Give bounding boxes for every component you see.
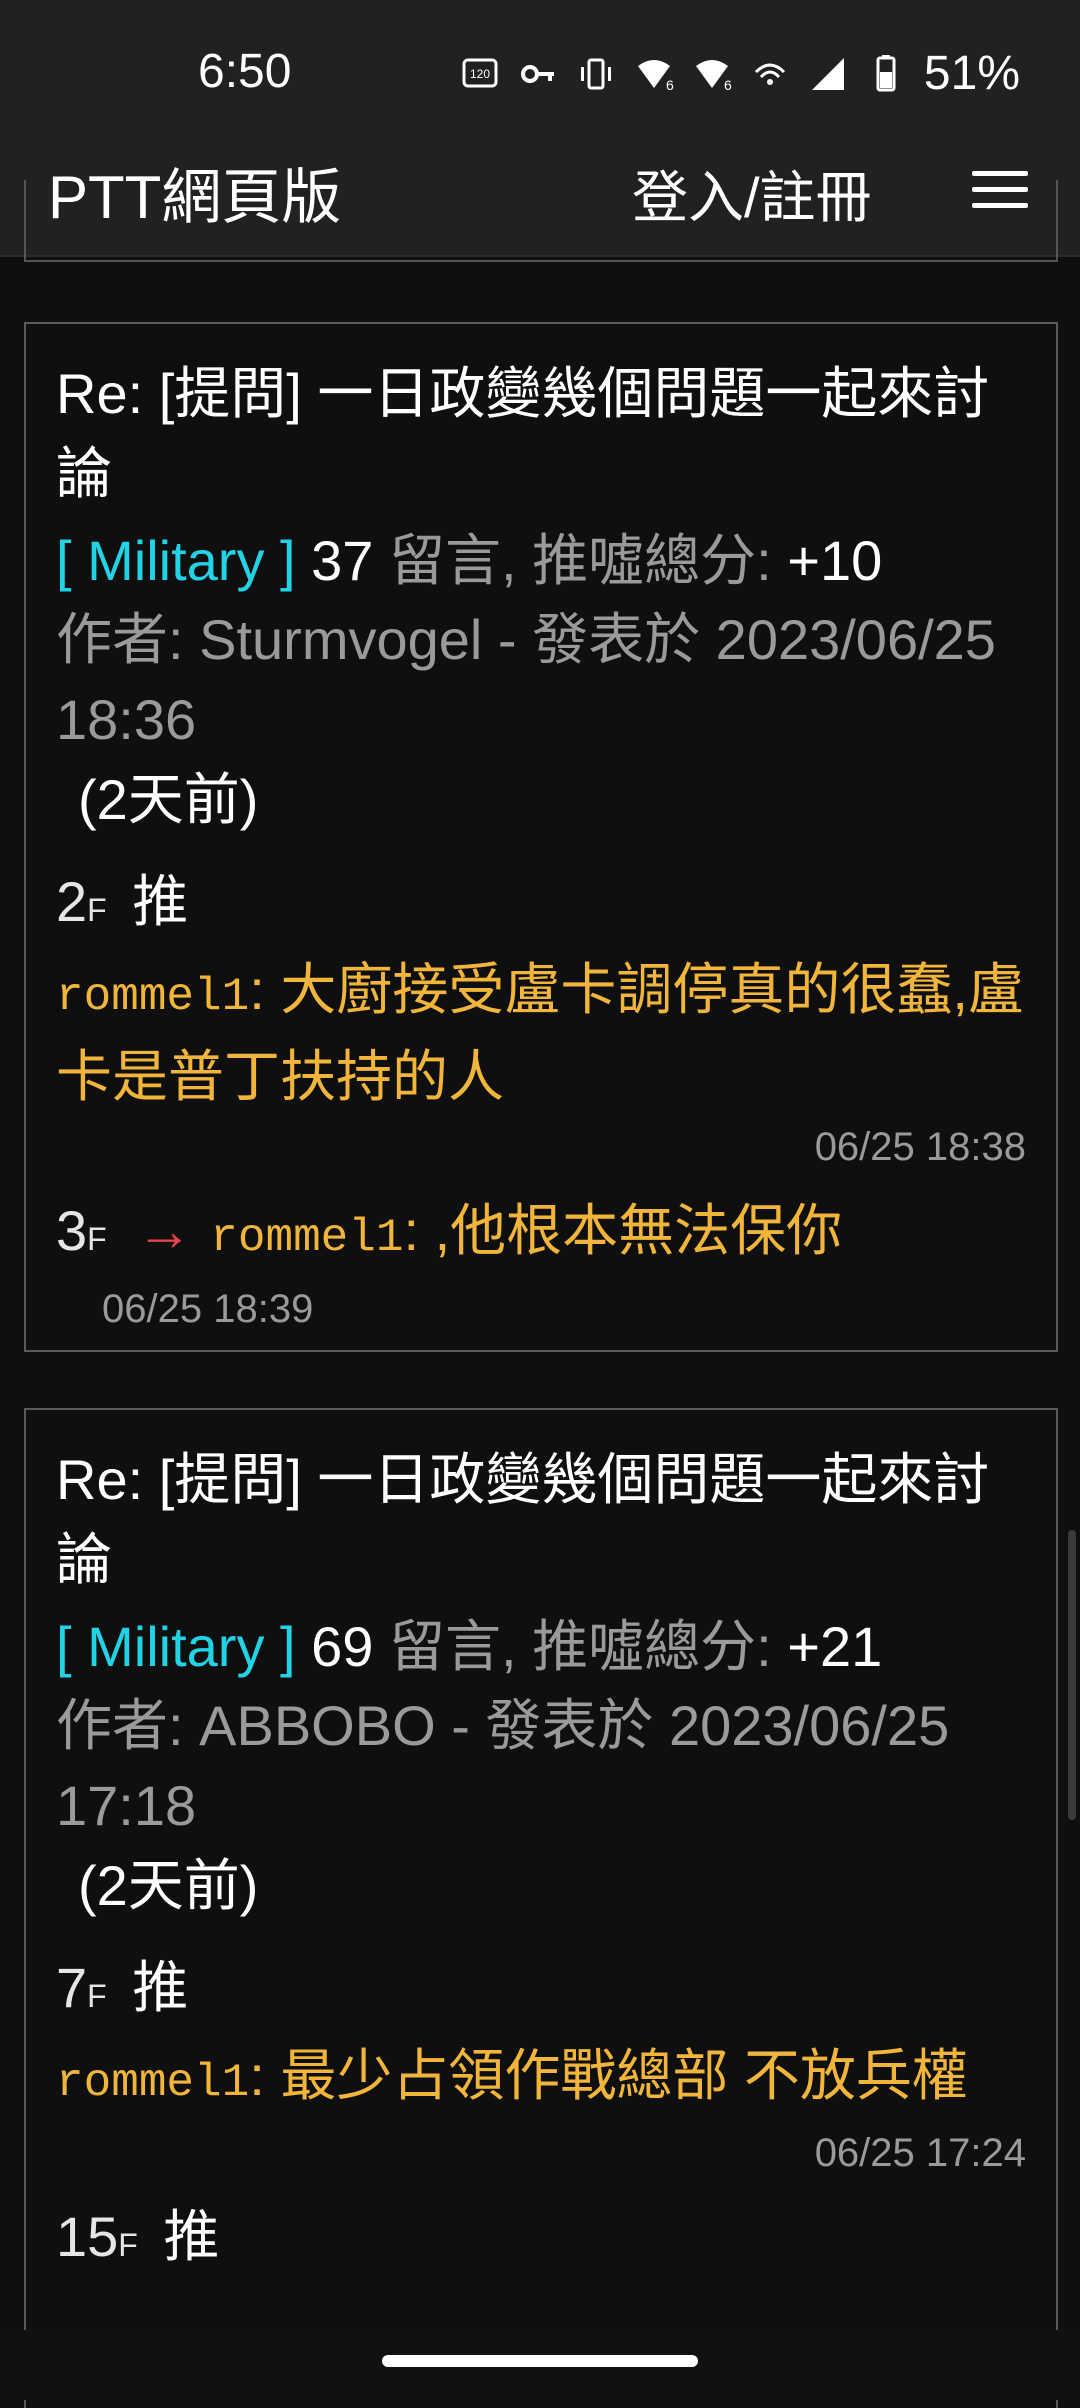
floor-number: 2F (56, 870, 107, 933)
status-icons: 120 6 6 51% (460, 46, 1020, 101)
push-header: 3F → rommel1: ,他根本無法保你 (56, 1199, 843, 1264)
board-tag[interactable]: [ Military ] (56, 529, 296, 592)
post-meta: [ Military ] 37 留言, 推噓總分: +10 (56, 522, 1026, 600)
push-content: rommel1: 大廚接受盧卡調停真的很蠢,盧卡是普丁扶持的人 (56, 958, 1024, 1108)
scrollbar-thumb[interactable] (1068, 1530, 1076, 1820)
svg-text:6: 6 (666, 77, 674, 93)
vpn-key-icon (520, 64, 554, 83)
push-text: 最少占領作戰總部 不放兵權 (280, 2044, 968, 2107)
vibrate-icon (580, 58, 611, 89)
wifi-6-icon: 6 (695, 59, 732, 93)
post-meta: [ Military ] 69 留言, 推噓總分: +21 (56, 1608, 1026, 1686)
battery-icon (876, 54, 896, 91)
hotspot-icon (754, 63, 785, 85)
status-bar: 6:50 120 6 6 51% (0, 0, 1080, 140)
push-time: 06/25 18:39 (102, 1287, 314, 1331)
relative-time: (2天前) (78, 1854, 259, 1917)
home-gesture-bar[interactable] (382, 2355, 698, 2367)
push-time: 06/25 18:38 (814, 1125, 1026, 1169)
push-user[interactable]: rommel1 (210, 1212, 403, 1264)
svg-text:120: 120 (470, 67, 490, 81)
push-header: 2F 推 (56, 862, 1026, 950)
push-header: 7F 推 (56, 1948, 1026, 2036)
previous-card-edge (24, 180, 1058, 262)
push-user[interactable]: rommel1 (56, 971, 249, 1023)
push-header: 15F 推 (56, 2197, 1026, 2285)
push-tag: 推 (132, 870, 189, 933)
comment-count: 69 (311, 1615, 374, 1678)
battery-percent: 51% (923, 47, 1020, 100)
push-user[interactable]: rommel1 (56, 2057, 249, 2109)
120hz-icon: 120 (462, 58, 498, 87)
post-card[interactable]: Re: [提問] 一日政變幾個問題一起來討論 [ Military ] 69 留… (24, 1408, 1058, 2408)
push-time: 06/25 17:24 (814, 2131, 1026, 2175)
status-time: 6:50 (198, 45, 292, 98)
post-title[interactable]: Re: [提問] 一日政變幾個問題一起來討論 (56, 354, 1026, 514)
post-title[interactable]: Re: [提問] 一日政變幾個問題一起來討論 (56, 1440, 1026, 1600)
floor-number: 15F (56, 2205, 138, 2268)
relative-time: (2天前) (78, 768, 259, 831)
post-card[interactable]: Re: [提問] 一日政變幾個問題一起來討論 [ Military ] 37 留… (24, 322, 1058, 1352)
signal-icon (811, 57, 844, 90)
floor-number: 7F (56, 1956, 107, 2019)
svg-text:6: 6 (724, 77, 732, 93)
author-line: 作者: Sturmvogel - 發表於 2023/06/25 18:36 (56, 608, 996, 751)
comment-count: 37 (311, 529, 374, 592)
push-score: +10 (787, 529, 883, 592)
arrow-icon: → (136, 1199, 193, 1262)
author-line: 作者: ABBOBO - 發表於 2023/06/25 17:18 (56, 1694, 950, 1837)
push-tag: 推 (163, 2205, 220, 2268)
push-score: +21 (787, 1615, 883, 1678)
comment-label: 留言, 推噓總分: (388, 1615, 772, 1678)
wifi-6-icon: 6 (637, 59, 674, 93)
floor-number: 3F (56, 1199, 107, 1262)
push-tag: 推 (132, 1956, 189, 2019)
push-content: rommel1: 最少占領作戰總部 不放兵權 (56, 2044, 968, 2109)
comment-label: 留言, 推噓總分: (388, 529, 772, 592)
push-text: ,他根本無法保你 (434, 1199, 843, 1262)
board-tag[interactable]: [ Military ] (56, 1615, 296, 1678)
